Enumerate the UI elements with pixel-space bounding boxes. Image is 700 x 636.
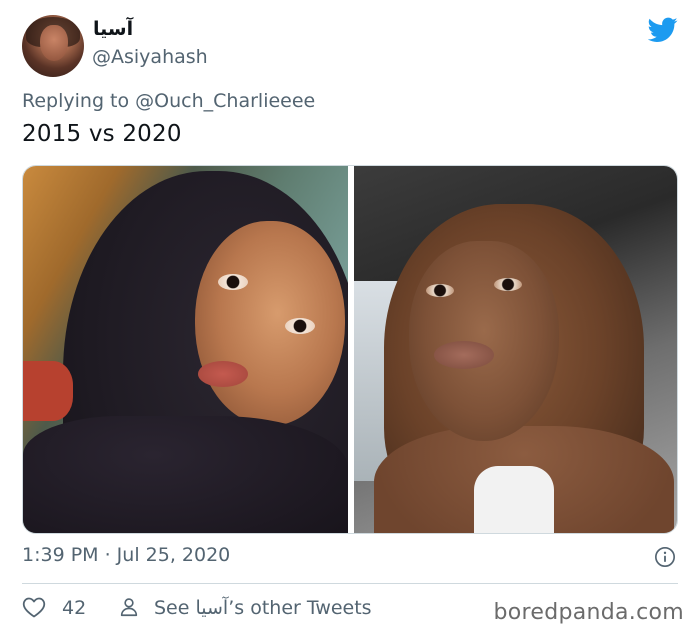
twitter-bird-icon[interactable] [648, 17, 678, 43]
photo-face-shape [409, 241, 559, 441]
tweet-card: آسيا @Asiyahash Replying to @Ouch_Charli… [0, 0, 700, 636]
photo-2020[interactable] [354, 166, 677, 533]
photo-eye-shape [285, 318, 315, 334]
photo-top-shape [474, 466, 554, 533]
photo-eye-shape [218, 274, 248, 290]
reply-mention-link[interactable]: @Ouch_Charlieeee [135, 90, 315, 112]
photo-lip-shape [434, 341, 494, 369]
photo-lip-shape [198, 361, 248, 387]
photo-eye-shape [494, 278, 522, 291]
author-handle[interactable]: @Asiyahash [92, 46, 208, 68]
author-display-name[interactable]: آسيا [93, 18, 133, 40]
photo-scarf-shape [23, 416, 348, 533]
photo-red-shape [23, 361, 73, 421]
avatar-face [40, 25, 68, 61]
photo-face-shape [195, 221, 345, 426]
tweet-text: 2015 vs 2020 [22, 121, 182, 147]
media-grid [22, 165, 678, 534]
tweet-timestamp[interactable]: 1:39 PM · Jul 25, 2020 [22, 544, 230, 566]
replying-to: Replying to @Ouch_Charlieeee [22, 90, 315, 112]
see-other-tweets-link[interactable]: See آسيا’s other Tweets [154, 597, 372, 619]
avatar[interactable] [22, 15, 84, 77]
replying-to-label: Replying to [22, 90, 130, 112]
photo-2015[interactable] [23, 166, 348, 533]
info-icon[interactable] [654, 546, 676, 568]
footer-divider [22, 583, 678, 584]
photo-eye-shape [426, 284, 454, 297]
heart-icon[interactable] [22, 596, 46, 618]
person-icon[interactable] [118, 596, 140, 618]
like-count[interactable]: 42 [62, 597, 86, 619]
watermark: boredpanda.com [493, 600, 684, 625]
